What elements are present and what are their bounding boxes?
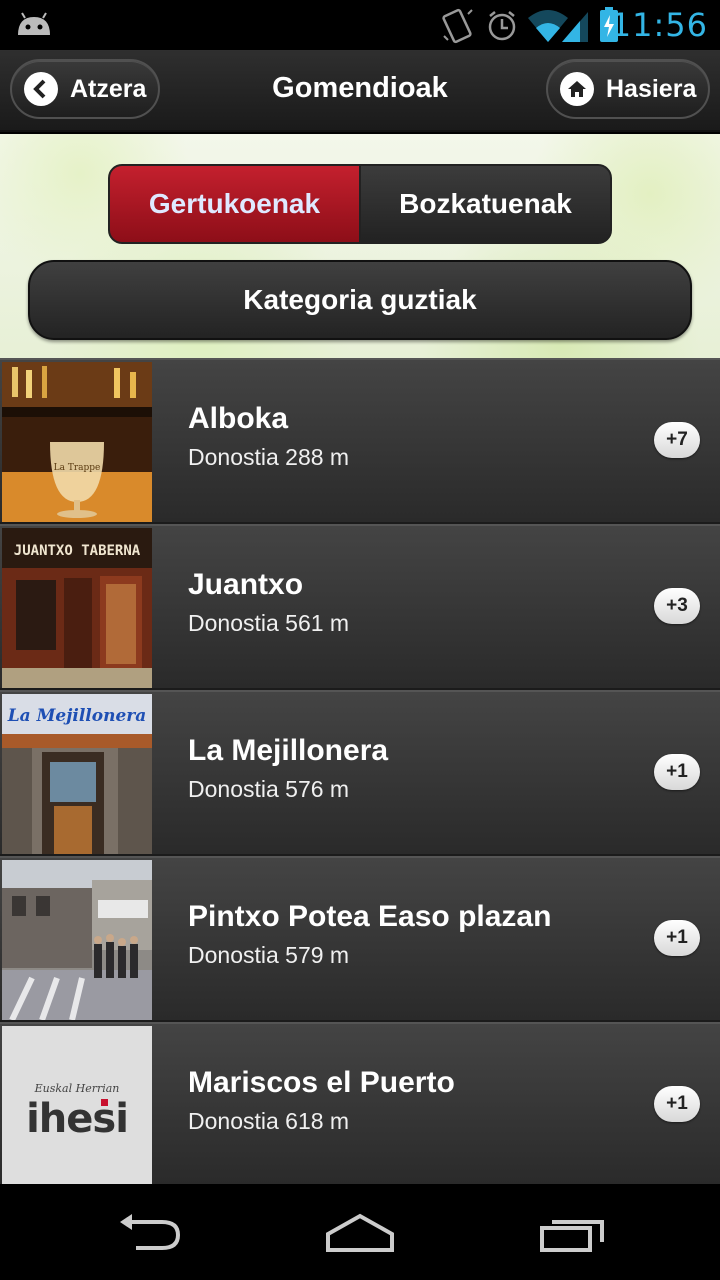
list-item-distance: Donostia 579 m bbox=[188, 942, 350, 968]
sort-segmented-control: Gertukoenak Bozkatuenak bbox=[108, 164, 612, 244]
list-item[interactable]: JUANTXO TABERNA Juantxo Donostia 561 m +… bbox=[0, 524, 720, 688]
vote-badge: +1 bbox=[654, 1086, 700, 1122]
list-item-distance: Donostia 288 m bbox=[188, 444, 350, 470]
thumb-logo-text: ihesi bbox=[26, 1096, 128, 1142]
list-item-name: Alboka bbox=[188, 402, 289, 435]
thumb-small-text: Euskal Herrian bbox=[34, 1082, 120, 1095]
list-item-thumbnail: La Mejillonera bbox=[2, 694, 152, 854]
back-nav-icon[interactable] bbox=[116, 1212, 184, 1252]
list-item-name: Juantxo bbox=[188, 568, 304, 601]
list-item[interactable]: Pintxo Potea Easo plazan Donostia 579 m … bbox=[0, 856, 720, 1020]
wifi-icon bbox=[528, 10, 568, 42]
list-item-distance: Donostia 561 m bbox=[188, 610, 350, 636]
thumb-sign-text: La Mejillonera bbox=[7, 706, 147, 726]
list-item[interactable]: Euskal Herrian ihesi Mariscos el Puerto … bbox=[0, 1022, 720, 1184]
category-button[interactable]: Kategoria guztiak bbox=[28, 260, 692, 340]
filter-panel: Gertukoenak Bozkatuenak Kategoria guztia… bbox=[0, 134, 720, 358]
list-item-thumbnail: La Trappe bbox=[2, 362, 152, 522]
home-icon bbox=[560, 72, 594, 106]
vote-badge: +3 bbox=[654, 588, 700, 624]
list-item-thumbnail bbox=[2, 860, 152, 1020]
list-item[interactable]: La Mejillonera La Mejillonera Donostia 5… bbox=[0, 690, 720, 854]
list-item-distance: Donostia 576 m bbox=[188, 776, 350, 802]
system-nav-bar bbox=[0, 1184, 720, 1280]
list-item-name: La Mejillonera bbox=[188, 734, 389, 767]
tab-bozkatuenak[interactable]: Bozkatuenak bbox=[361, 166, 610, 242]
thumb-sign-text: JUANTXO TABERNA bbox=[14, 543, 141, 559]
vote-badge: +7 bbox=[654, 422, 700, 458]
home-nav-icon[interactable] bbox=[324, 1212, 396, 1254]
vote-badge: +1 bbox=[654, 754, 700, 790]
recents-nav-icon[interactable] bbox=[536, 1214, 608, 1254]
status-icons bbox=[442, 7, 618, 44]
svg-text:La Trappe: La Trappe bbox=[54, 463, 101, 473]
list-item-distance: Donostia 618 m bbox=[188, 1108, 350, 1134]
home-button[interactable]: Hasiera bbox=[546, 59, 710, 119]
app-header: Atzera Gomendioak Hasiera bbox=[0, 50, 720, 132]
alarm-icon bbox=[488, 11, 516, 41]
list-item-name: Mariscos el Puerto bbox=[188, 1066, 455, 1099]
list-item-thumbnail: Euskal Herrian ihesi bbox=[2, 1026, 152, 1184]
recommendation-list: La Trappe Alboka Donostia 288 m +7 JUANT… bbox=[0, 358, 720, 1184]
list-item-thumbnail: JUANTXO TABERNA bbox=[2, 528, 152, 688]
vote-badge: +1 bbox=[654, 920, 700, 956]
android-icon bbox=[18, 12, 50, 35]
tab-gertukoenak[interactable]: Gertukoenak bbox=[110, 166, 361, 242]
status-bar: 11:56 bbox=[0, 0, 720, 50]
vibrate-icon bbox=[442, 8, 473, 44]
home-button-label: Hasiera bbox=[606, 74, 697, 103]
list-item[interactable]: La Trappe Alboka Donostia 288 m +7 bbox=[0, 358, 720, 522]
clock: 11:56 bbox=[610, 6, 708, 44]
list-item-name: Pintxo Potea Easo plazan bbox=[188, 900, 552, 933]
